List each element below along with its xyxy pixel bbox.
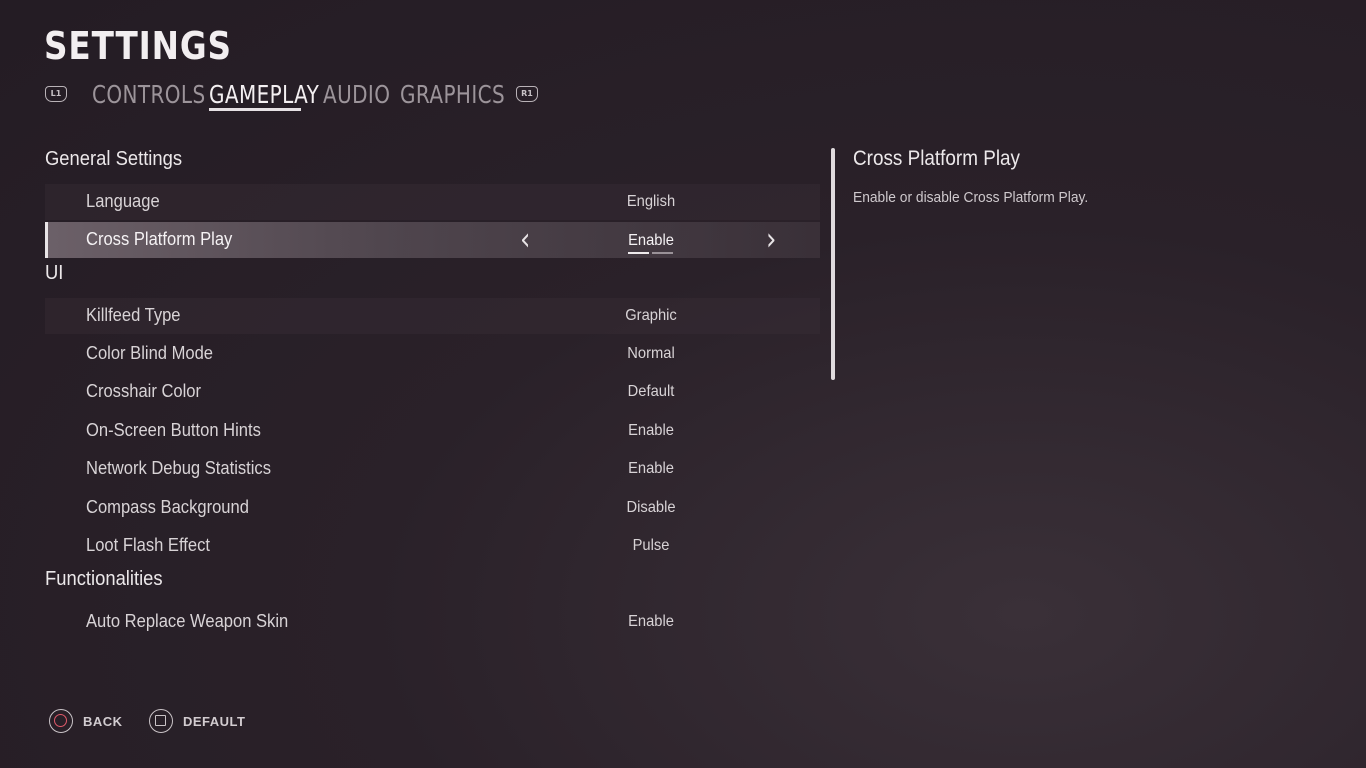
option-indicator-active (628, 252, 649, 254)
circle-button-icon (49, 709, 73, 733)
square-button-icon (149, 709, 173, 733)
settings-list[interactable]: General Settings Language English Cross … (45, 140, 820, 655)
tab-gameplay[interactable]: GAMEPLAY (209, 80, 319, 109)
section-functionalities: Functionalities (45, 568, 163, 590)
setting-label: Loot Flash Effect (86, 535, 210, 555)
setting-value: Enable (628, 460, 674, 477)
setting-label: Color Blind Mode (86, 343, 214, 363)
setting-label: Cross Platform Play (86, 229, 233, 249)
setting-on-screen-button-hints[interactable]: On-Screen Button Hints Enable (45, 413, 820, 449)
setting-crosshair-color[interactable]: Crosshair Color Default (45, 374, 820, 410)
detail-description: Enable or disable Cross Platform Play. (853, 189, 1089, 206)
setting-value: Disable (626, 499, 676, 516)
setting-compass-background[interactable]: Compass Background Disable (45, 490, 820, 526)
detail-title: Cross Platform Play (853, 147, 1020, 170)
default-label: DEFAULT (183, 714, 246, 729)
setting-network-debug-statistics[interactable]: Network Debug Statistics Enable (45, 451, 820, 487)
setting-label: On-Screen Button Hints (86, 420, 261, 440)
section-general-settings: General Settings (45, 148, 183, 170)
r1-bumper-icon[interactable]: R1 (516, 86, 538, 102)
setting-auto-replace-weapon-skin[interactable]: Auto Replace Weapon Skin Enable (45, 604, 820, 640)
setting-label: Auto Replace Weapon Skin (86, 611, 289, 631)
setting-value: Pulse (632, 537, 670, 554)
setting-loot-flash-effect[interactable]: Loot Flash Effect Pulse (45, 528, 820, 564)
tab-graphics[interactable]: GRAPHICS (400, 80, 505, 109)
setting-language[interactable]: Language English (45, 184, 820, 220)
setting-label: Crosshair Color (86, 381, 202, 401)
setting-label: Compass Background (86, 497, 249, 517)
section-ui: UI (45, 262, 64, 284)
setting-value: Default (627, 383, 675, 400)
selection-indicator (45, 222, 48, 258)
setting-label: Killfeed Type (86, 305, 181, 325)
setting-value: English (626, 193, 676, 210)
setting-label: Language (86, 191, 160, 211)
option-indicator (652, 252, 673, 254)
list-scrollbar[interactable] (831, 148, 835, 380)
setting-color-blind-mode[interactable]: Color Blind Mode Normal (45, 336, 820, 372)
setting-value: Enable (628, 232, 674, 249)
active-tab-indicator (209, 108, 301, 111)
page-title: SETTINGS (44, 24, 232, 68)
setting-value: Normal (627, 345, 675, 362)
setting-killfeed-type[interactable]: Killfeed Type Graphic (45, 298, 820, 334)
chevron-left-icon[interactable]: ‹ (520, 222, 530, 258)
tab-audio[interactable]: AUDIO (323, 80, 390, 109)
setting-value: Enable (628, 422, 674, 439)
setting-value: Enable (628, 613, 674, 630)
back-label: BACK (83, 714, 123, 729)
setting-cross-platform-play[interactable]: Cross Platform Play ‹ Enable › (45, 222, 820, 258)
chevron-right-icon[interactable]: › (766, 222, 776, 258)
setting-next-partial[interactable] (45, 643, 820, 655)
setting-value: Graphic (625, 307, 677, 324)
tab-controls[interactable]: CONTROLS (92, 80, 206, 109)
l1-bumper-icon[interactable]: L1 (45, 86, 67, 102)
setting-label: Network Debug Statistics (86, 458, 271, 478)
